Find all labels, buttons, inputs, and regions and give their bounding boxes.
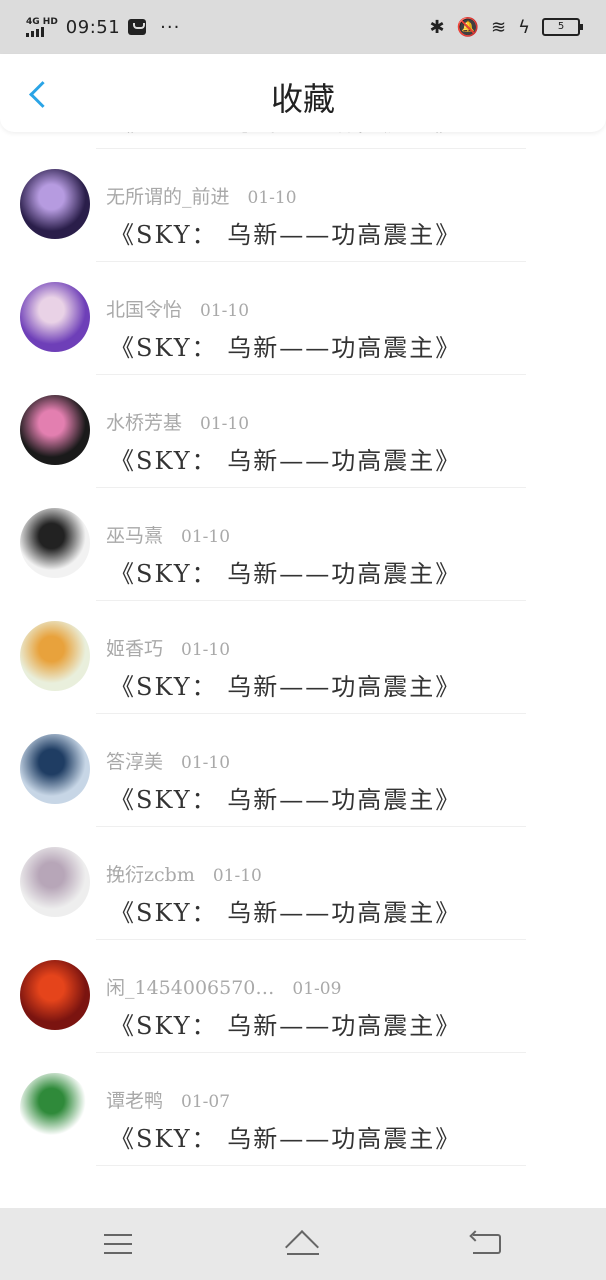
username[interactable]: 姬香巧 [106,638,163,660]
list-item[interactable]: 姬香巧 01-10 《SKY： 乌新——功高震主》 [0,601,606,714]
avatar[interactable] [20,508,90,578]
post-meta: 巫马熹 01-10 [106,521,230,548]
list-item[interactable]: 水桥芳基 01-10 《SKY： 乌新——功高震主》 [0,375,606,488]
post-meta: 姬香巧 01-10 [106,634,230,661]
post-date: 01-10 [200,414,250,434]
clock: 09:51 [65,16,121,38]
avatar[interactable] [20,395,90,465]
bluetooth-icon: ✱ [429,16,445,38]
system-back-button[interactable] [457,1224,517,1264]
post-title[interactable]: 《SKY： 乌新——功高震主》 [110,1006,461,1041]
post-date: 01-10 [181,527,231,547]
menu-icon [104,1234,132,1254]
username[interactable]: 巫马熹 [106,525,163,547]
page-title: 收藏 [270,80,335,118]
avatar[interactable] [20,169,90,239]
username[interactable]: 谭老鸭 [106,1090,163,1112]
post-meta: 挽衍zcbm 01-10 [106,860,262,887]
charging-icon: ϟ [518,16,530,38]
wifi-icon: ≋ [491,16,507,38]
app-header: 收藏 [0,54,606,132]
battery-icon: 5 [542,18,583,36]
post-date: 01-10 [181,640,231,660]
post-meta: 谭老鸭 01-07 [106,1086,230,1113]
post-date: 01-10 [200,301,250,321]
avatar[interactable] [20,1073,90,1143]
username[interactable]: 水桥芳基 [106,412,182,434]
list-item[interactable]: 挽衍zcbm 01-10 《SKY： 乌新——功高震主》 [0,827,606,940]
post-date: 01-09 [292,979,342,999]
post-date: 01-10 [181,753,231,773]
more-notifications-icon: ··· [160,16,181,38]
username[interactable]: 挽衍zcbm [106,864,195,886]
list-item[interactable]: 《SKY： 乌新——功高震主》 [0,132,606,149]
username[interactable]: 答淳美 [106,751,163,773]
list-item[interactable]: 巫马熹 01-10 《SKY： 乌新——功高震主》 [0,488,606,601]
network-type: 4G HD [26,17,58,27]
username[interactable]: 无所谓的_前进 [106,186,230,208]
avatar[interactable] [20,734,90,804]
post-meta: 水桥芳基 01-10 [106,408,249,435]
post-title[interactable]: 《SKY： 乌新——功高震主》 [110,441,461,476]
mute-icon: 🔕 [456,16,480,38]
post-meta: 答淳美 01-10 [106,747,230,774]
post-meta: 无所谓的_前进 01-10 [106,182,297,209]
home-icon [285,1233,321,1255]
post-date: 01-07 [181,1092,231,1112]
status-bar: 4G HD 09:51 ··· ✱ 🔕 ≋ ϟ 5 [0,0,606,54]
post-title[interactable]: 《SKY： 乌新——功高震主》 [110,132,461,137]
divider [96,1165,526,1166]
post-title[interactable]: 《SKY： 乌新——功高震主》 [110,780,461,815]
back-arrow-icon [473,1234,501,1254]
username[interactable]: 北国令怡 [106,299,182,321]
system-nav-bar [0,1208,606,1280]
network-signal-icon: 4G HD [26,17,58,37]
message-notification-icon [128,19,147,35]
menu-button[interactable] [88,1224,148,1264]
post-title[interactable]: 《SKY： 乌新——功高震主》 [110,893,461,928]
post-title[interactable]: 《SKY： 乌新——功高震主》 [110,215,461,250]
list-item[interactable]: 答淳美 01-10 《SKY： 乌新——功高震主》 [0,714,606,827]
favorites-list: 《SKY： 乌新——功高震主》无所谓的_前进01-10《SKY： 乌新——功高震… [0,132,606,1208]
post-title[interactable]: 《SKY： 乌新——功高震主》 [110,1119,461,1154]
avatar[interactable] [20,282,90,352]
list-item[interactable]: 闲_1454006570… 01-09 《SKY： 乌新——功高震主》 [0,940,606,1053]
post-meta: 闲_1454006570… 01-09 [106,973,341,1000]
home-button[interactable] [273,1224,333,1264]
username[interactable]: 闲_1454006570… [106,977,274,999]
post-title[interactable]: 《SKY： 乌新——功高震主》 [110,667,461,702]
post-date: 01-10 [247,188,297,208]
list-item[interactable]: 无所谓的_前进 01-10 《SKY： 乌新——功高震主》 [0,149,606,262]
post-date: 01-10 [212,866,262,886]
avatar[interactable] [20,847,90,917]
post-meta: 北国令怡 01-10 [106,295,249,322]
avatar[interactable] [20,621,90,691]
list-item[interactable]: 谭老鸭 01-07 《SKY： 乌新——功高震主》 [0,1053,606,1166]
post-title[interactable]: 《SKY： 乌新——功高震主》 [110,328,461,363]
avatar[interactable] [20,960,90,1030]
post-title[interactable]: 《SKY： 乌新——功高震主》 [110,554,461,589]
list-item[interactable]: 北国令怡 01-10 《SKY： 乌新——功高震主》 [0,262,606,375]
